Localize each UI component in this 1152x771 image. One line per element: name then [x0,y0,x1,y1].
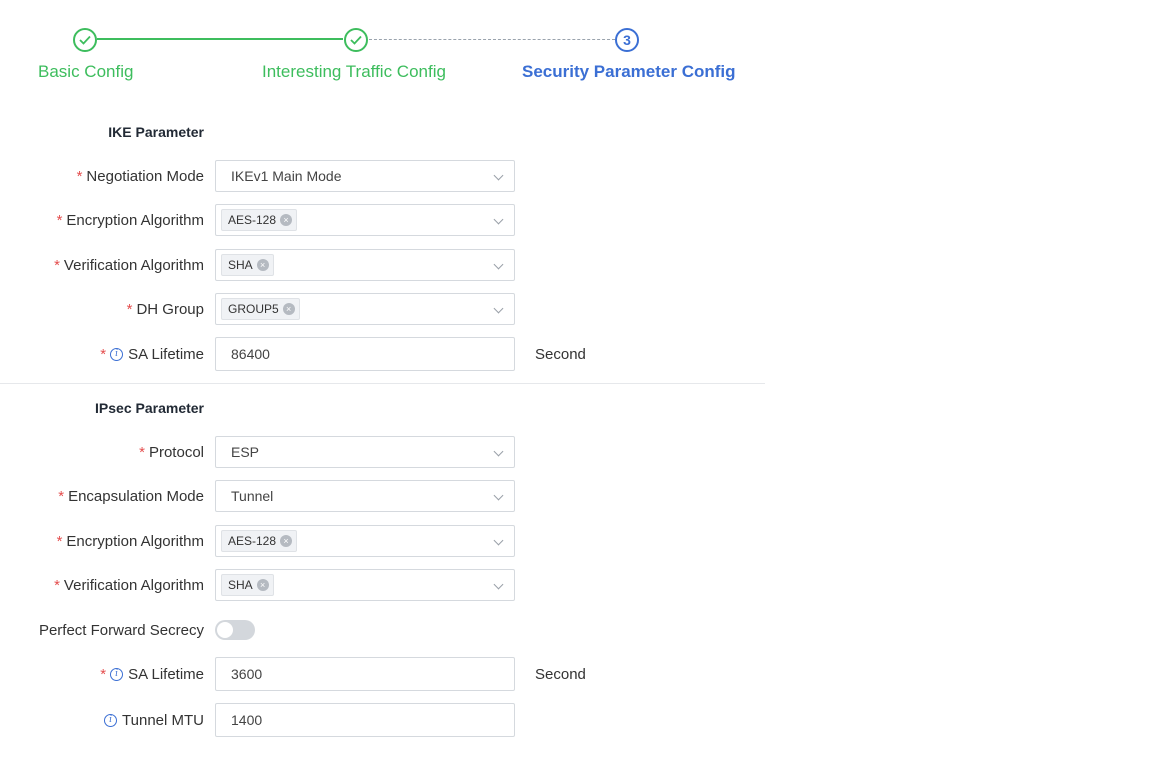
step-2-label: Interesting Traffic Config [262,62,446,81]
ipsec-verification-select[interactable]: SHA × [215,569,515,601]
tag-text: AES-128 [228,534,277,548]
ike-sa-lifetime-row: * i SA Lifetime 86400 Second [0,337,765,371]
field-label: SA Lifetime [128,665,204,683]
ike-encryption-select[interactable]: AES-128 × [215,204,515,236]
selected-tag: GROUP5 × [221,298,300,320]
ike-verification-row: * Verification Algorithm SHA × [0,249,765,281]
close-icon[interactable]: × [256,579,269,591]
step-connector-completed [97,38,343,40]
ipsec-tunnel-mtu-row: i Tunnel MTU 1400 [0,703,765,737]
required-mark: * [56,211,63,229]
required-mark: * [54,256,60,274]
ipsec-section-title: IPsec Parameter [95,400,204,416]
ike-section-title: IKE Parameter [108,124,204,140]
close-icon[interactable]: × [256,259,269,271]
ipsec-encryption-row: * Encryption Algorithm AES-128 × [0,525,765,557]
chevron-down-icon [493,490,504,501]
ike-verification-select[interactable]: SHA × [215,249,515,281]
field-label: DH Group [136,300,204,318]
field-label: SA Lifetime [128,345,204,363]
ike-sa-lifetime-input[interactable]: 86400 [215,337,515,371]
required-mark: * [100,345,107,363]
input-value: 86400 [231,346,270,362]
chevron-down-icon [493,579,504,590]
selected-tag: AES-128 × [221,530,298,552]
step-connector-pending [369,39,615,40]
pfs-toggle-switch[interactable] [215,620,255,640]
info-icon[interactable]: i [110,667,124,681]
required-mark: * [58,487,65,505]
ipsec-tunnel-mtu-input[interactable]: 1400 [215,703,515,737]
required-mark: * [100,665,107,683]
select-value: ESP [231,444,260,460]
section-divider [0,383,765,384]
stepper: 3 Basic Config Interesting Traffic Confi… [0,0,765,100]
field-label: Perfect Forward Secrecy [38,621,204,639]
select-value: Tunnel [231,488,274,504]
chevron-down-icon [493,303,504,314]
ipsec-verification-row: * Verification Algorithm SHA × [0,569,765,601]
step-3-label: Security Parameter Config [522,62,736,81]
step-2-check-icon [344,28,368,52]
ipsec-sa-lifetime-row: * i SA Lifetime 3600 Second [0,657,765,691]
tag-text: SHA [228,258,253,272]
step-3-number: 3 [615,28,639,52]
field-label: Encryption Algorithm [66,532,204,550]
field-label: Negotiation Mode [86,167,204,185]
selected-tag: SHA × [221,254,274,276]
input-value: 3600 [231,666,263,682]
select-value: IKEv1 Main Mode [231,168,342,184]
required-mark: * [126,300,133,318]
ipsec-sa-lifetime-input[interactable]: 3600 [215,657,515,691]
toggle-knob [217,622,233,638]
step-1-label: Basic Config [38,62,134,81]
ipsec-encapsulation-row: * Encapsulation Mode Tunnel [0,480,765,512]
field-label: Protocol [148,443,204,461]
chevron-down-icon [493,259,504,270]
input-value: 1400 [231,712,263,728]
tag-text: GROUP5 [228,302,279,316]
required-mark: * [76,167,83,185]
chevron-down-icon [493,446,504,457]
field-label: Tunnel MTU [122,711,204,729]
info-icon[interactable]: i [110,347,124,361]
required-mark: * [139,443,145,461]
ike-negotiation-mode-row: * Negotiation Mode IKEv1 Main Mode [0,160,765,192]
close-icon[interactable]: × [282,303,295,315]
required-mark: * [56,532,63,550]
unit-label: Second [535,345,586,363]
field-label: Verification Algorithm [63,576,204,594]
field-label: Encryption Algorithm [66,211,204,229]
ipsec-pfs-row: Perfect Forward Secrecy [0,615,765,647]
ipsec-encapsulation-select[interactable]: Tunnel [215,480,515,512]
close-icon[interactable]: × [280,214,293,226]
unit-label: Second [535,665,586,683]
chevron-down-icon [493,214,504,225]
ike-dh-group-select[interactable]: GROUP5 × [215,293,515,325]
ike-dh-group-row: * DH Group GROUP5 × [0,293,765,325]
ike-negotiation-mode-select[interactable]: IKEv1 Main Mode [215,160,515,192]
ipsec-encryption-select[interactable]: AES-128 × [215,525,515,557]
required-mark: * [54,576,60,594]
step-1-check-icon [73,28,97,52]
field-label: Encapsulation Mode [68,487,204,505]
info-icon[interactable]: i [104,713,118,727]
selected-tag: SHA × [221,574,274,596]
ipsec-protocol-select[interactable]: ESP [215,436,515,468]
chevron-down-icon [493,170,504,181]
ike-encryption-row: * Encryption Algorithm AES-128 × [0,204,765,236]
ipsec-protocol-row: * Protocol ESP [0,436,765,468]
chevron-down-icon [493,535,504,546]
close-icon[interactable]: × [280,535,293,547]
field-label: Verification Algorithm [63,256,204,274]
selected-tag: AES-128 × [221,209,298,231]
tag-text: AES-128 [228,213,277,227]
tag-text: SHA [228,578,253,592]
